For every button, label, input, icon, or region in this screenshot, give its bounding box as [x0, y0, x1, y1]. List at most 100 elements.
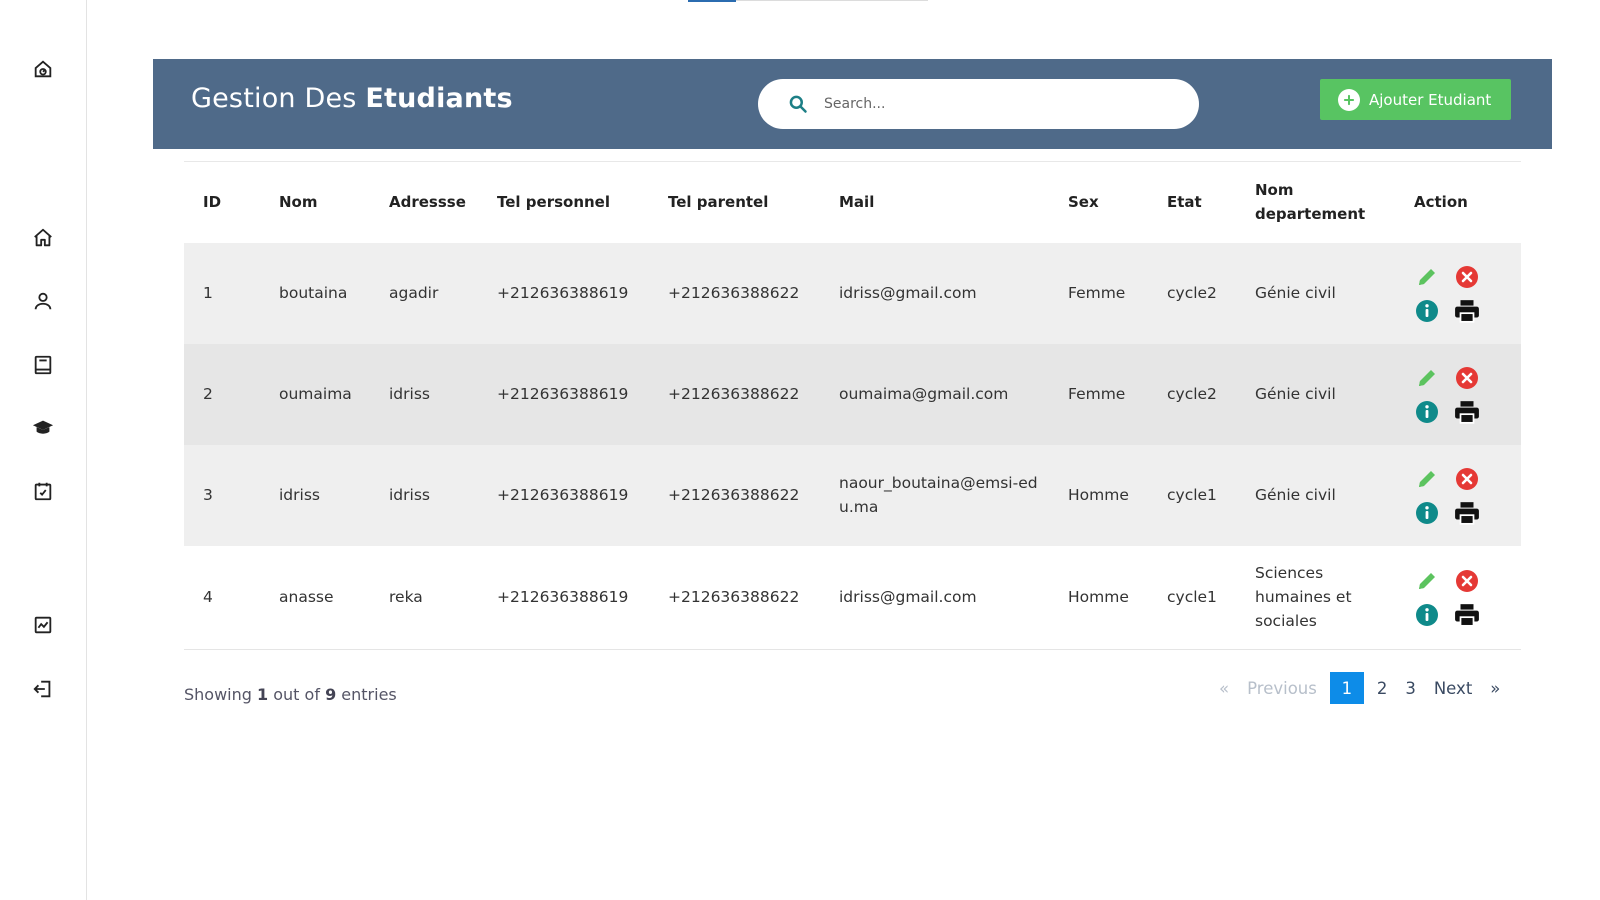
cell-actions [1395, 445, 1521, 546]
logout-icon[interactable] [30, 676, 56, 702]
cell-adresse: reka [389, 588, 423, 607]
cell-tel-parentel: +212636388622 [668, 284, 800, 302]
cell-mail: idriss@gmail.com [839, 588, 977, 607]
graduation-cap-icon[interactable] [30, 415, 56, 441]
cell-tel-personnel: +212636388619 [497, 385, 629, 403]
active-tab-underline [688, 0, 736, 2]
cell-nom: anasse [279, 588, 334, 607]
showing-out-of: out of [273, 685, 320, 704]
column-header-adresse[interactable]: Adressse [370, 162, 478, 243]
print-icon[interactable] [1454, 399, 1480, 425]
column-header-tel-parentel[interactable]: Tel parentel [649, 162, 820, 243]
column-header-etat[interactable]: Etat [1148, 162, 1236, 243]
cell-tel-parentel: +212636388622 [668, 486, 800, 504]
cell-id: 3 [203, 486, 213, 504]
delete-icon[interactable] [1454, 466, 1480, 492]
cell-sex: Homme [1068, 588, 1129, 607]
page-title: Gestion Des Etudiants [191, 83, 513, 114]
info-icon[interactable] [1414, 500, 1440, 526]
add-student-label: Ajouter Etudiant [1369, 90, 1492, 109]
page-link-2[interactable]: 2 [1368, 672, 1397, 704]
title-bold: Etudiants [365, 83, 513, 114]
delete-icon[interactable] [1454, 365, 1480, 391]
info-icon[interactable] [1414, 602, 1440, 628]
cell-tel-personnel: +212636388619 [497, 284, 629, 302]
cell-tel-parentel: +212636388622 [668, 385, 800, 403]
cell-mail: oumaima@gmail.com [839, 385, 1009, 403]
cell-nom: boutaina [279, 284, 348, 302]
cell-adresse: idriss [389, 385, 430, 403]
table-body: 1 boutaina agadir +212636388619 +2126363… [184, 242, 1521, 650]
table-header-row: ID Nom Adressse Tel personnel Tel parent… [184, 161, 1521, 243]
print-icon[interactable] [1454, 602, 1480, 628]
search-icon [788, 93, 810, 115]
top-tab-indicator [688, 0, 928, 2]
edit-icon[interactable] [1414, 264, 1440, 290]
column-header-tel-personnel[interactable]: Tel personnel [478, 162, 649, 243]
cell-mail: idriss@gmail.com [839, 284, 977, 302]
previous-arrow-icon: « [1219, 678, 1230, 698]
cell-etat: cycle2 [1167, 385, 1217, 403]
page-header: Gestion Des Etudiants Ajouter Etudiant [153, 59, 1552, 149]
cell-adresse: idriss [389, 486, 430, 504]
cell-id: 2 [203, 385, 213, 403]
cell-id: 4 [203, 588, 213, 607]
cell-actions [1395, 344, 1521, 445]
delete-icon[interactable] [1454, 568, 1480, 594]
departement-header-line2: departement [1255, 205, 1366, 224]
dashboard-icon[interactable] [30, 56, 56, 82]
column-header-mail[interactable]: Mail [820, 162, 1049, 243]
table-row: 2 oumaima idriss +212636388619 +21263638… [184, 343, 1521, 445]
title-light: Gestion Des [191, 83, 357, 114]
sidebar [0, 0, 87, 900]
cell-departement: Génie civil [1255, 486, 1336, 504]
page-link-3[interactable]: 3 [1396, 672, 1425, 704]
plus-circle-icon [1338, 88, 1360, 111]
table-row: 3 idriss idriss +212636388619 +212636388… [184, 444, 1521, 546]
cell-actions [1395, 546, 1521, 650]
next-arrow-icon[interactable]: » [1481, 672, 1509, 704]
table-row: 1 boutaina agadir +212636388619 +2126363… [184, 242, 1521, 344]
cell-tel-personnel: +212636388619 [497, 486, 629, 504]
column-header-nom[interactable]: Nom [260, 162, 370, 243]
chart-icon[interactable] [30, 612, 56, 638]
cell-id: 1 [203, 284, 213, 302]
home-icon[interactable] [30, 225, 56, 251]
cell-sex: Femme [1068, 284, 1126, 302]
search-input[interactable] [822, 95, 1156, 113]
cell-etat: cycle1 [1167, 588, 1217, 607]
cell-adresse: agadir [389, 284, 439, 302]
column-header-action: Action [1414, 193, 1468, 212]
print-icon[interactable] [1454, 298, 1480, 324]
table-row: 4 anasse reka +212636388619 +21263638862… [184, 545, 1521, 650]
info-icon[interactable] [1414, 399, 1440, 425]
search-bar[interactable] [758, 79, 1199, 129]
entries-info: Showing 1 out of 9 entries [184, 685, 397, 704]
cell-nom: oumaima [279, 385, 352, 403]
page-link-1[interactable]: 1 [1329, 672, 1364, 704]
book-icon[interactable] [30, 352, 56, 378]
cell-departement: Génie civil [1255, 284, 1336, 302]
next-page-link[interactable]: Next [1425, 672, 1481, 704]
previous-page-link[interactable]: Previous [1238, 672, 1326, 704]
delete-icon[interactable] [1454, 264, 1480, 290]
cell-sex: Femme [1068, 385, 1126, 403]
add-student-button[interactable]: Ajouter Etudiant [1320, 79, 1511, 120]
column-header-sex[interactable]: Sex [1049, 162, 1148, 243]
calendar-check-icon[interactable] [30, 478, 56, 504]
print-icon[interactable] [1454, 500, 1480, 526]
user-icon[interactable] [30, 288, 56, 314]
students-table-container: ID Nom Adressse Tel personnel Tel parent… [184, 161, 1521, 650]
column-header-departement[interactable]: Nom departement [1236, 162, 1395, 243]
column-header-id[interactable]: ID [184, 162, 260, 243]
cell-nom: idriss [279, 486, 320, 504]
edit-icon[interactable] [1414, 466, 1440, 492]
showing-total: 9 [325, 685, 337, 704]
cell-etat: cycle1 [1167, 486, 1217, 504]
showing-prefix: Showing [184, 685, 252, 704]
students-table: ID Nom Adressse Tel personnel Tel parent… [184, 161, 1521, 650]
info-icon[interactable] [1414, 298, 1440, 324]
showing-entries: entries [341, 685, 397, 704]
edit-icon[interactable] [1414, 568, 1440, 594]
edit-icon[interactable] [1414, 365, 1440, 391]
